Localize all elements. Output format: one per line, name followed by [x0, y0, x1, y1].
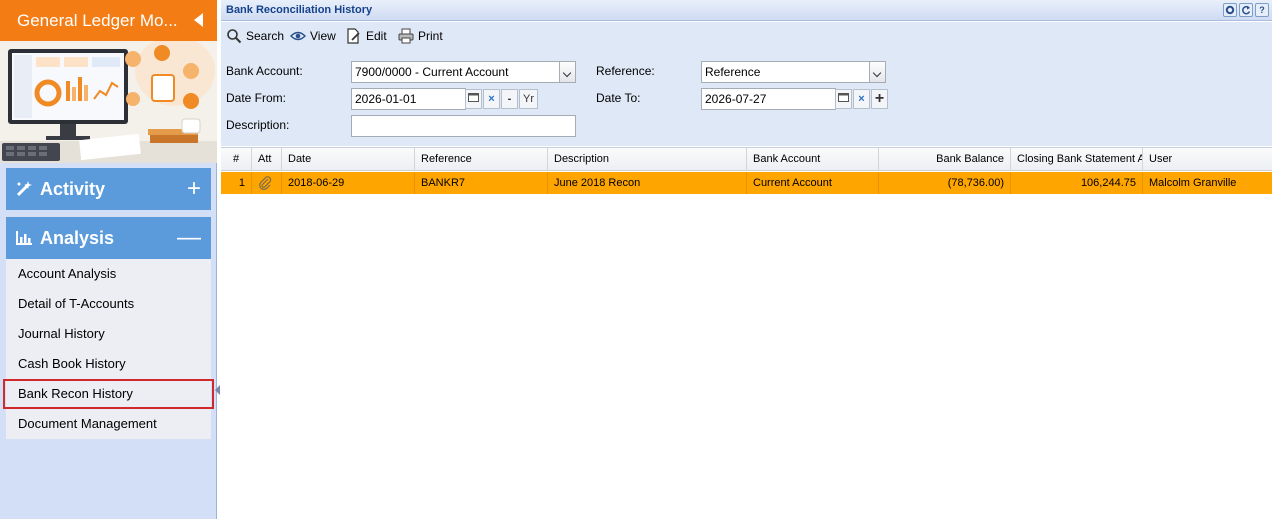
- printer-icon: [398, 28, 414, 44]
- description-cell: June 2018 Recon: [548, 172, 747, 194]
- column-header-reference[interactable]: Reference: [415, 148, 548, 171]
- date-to-input[interactable]: 2026-07-27: [701, 88, 836, 110]
- refresh-icon[interactable]: [1239, 3, 1253, 17]
- search-label: Search: [246, 29, 285, 43]
- column-header-number[interactable]: #: [221, 148, 252, 171]
- sidebar-item-document-management[interactable]: Document Management: [6, 409, 211, 439]
- panel-title-bar: Bank Reconciliation History ?: [221, 0, 1272, 21]
- collapse-icon[interactable]: —: [177, 217, 201, 259]
- expand-icon[interactable]: +: [187, 168, 201, 210]
- column-header-user[interactable]: User: [1143, 148, 1272, 171]
- accordion-analysis-label: Analysis: [40, 228, 115, 248]
- view-label: View: [310, 29, 336, 43]
- reference-dropdown-icon[interactable]: [869, 61, 886, 83]
- search-icon: [227, 29, 242, 44]
- toolbar: Search View Edit Print: [221, 22, 1272, 50]
- date-from-clear-icon[interactable]: ×: [483, 89, 500, 109]
- view-button[interactable]: View: [290, 28, 336, 44]
- bar-chart-icon: [16, 231, 32, 245]
- magic-wand-icon: [16, 181, 32, 197]
- date-minus-button[interactable]: -: [501, 89, 518, 109]
- module-title: General Ledger Mo...: [17, 11, 178, 30]
- closing-balance-cell: 106,244.75: [1011, 172, 1143, 194]
- sidebar-item-account-analysis[interactable]: Account Analysis: [6, 259, 211, 289]
- print-label: Print: [418, 29, 443, 43]
- date-to-clear-icon[interactable]: ×: [853, 89, 870, 109]
- date-plus-button[interactable]: +: [871, 89, 888, 109]
- results-grid: # Att Date Reference Description Bank Ac…: [221, 147, 1272, 519]
- date-from-input[interactable]: 2026-01-01: [351, 88, 466, 110]
- gear-icon[interactable]: [1223, 3, 1237, 17]
- sidebar-item-detail-of-t-accounts[interactable]: Detail of T-Accounts: [6, 289, 211, 319]
- edit-label: Edit: [366, 29, 387, 43]
- date-to-label: Date To:: [596, 91, 641, 105]
- print-button[interactable]: Print: [398, 28, 443, 44]
- table-row[interactable]: 1 2018-06-29 BANKR7 June 2018 Recon Curr…: [221, 172, 1272, 194]
- attachment-cell[interactable]: [252, 172, 282, 194]
- sidebar-item-cash-book-history[interactable]: Cash Book History: [6, 349, 211, 379]
- filter-form: Bank Account: 7900/0000 - Current Accoun…: [221, 50, 1272, 146]
- column-header-description[interactable]: Description: [548, 148, 747, 171]
- module-header: General Ledger Mo...: [0, 0, 217, 41]
- column-header-date[interactable]: Date: [282, 148, 415, 171]
- analysis-menu: Account Analysis Detail of T-Accounts Jo…: [3, 259, 214, 439]
- module-illustration: [0, 41, 217, 163]
- bank-balance-cell: (78,736.00): [879, 172, 1011, 194]
- bank-account-label: Bank Account:: [226, 64, 303, 78]
- accordion-activity[interactable]: Activity +: [6, 168, 211, 210]
- collapse-sidebar-icon[interactable]: [194, 13, 203, 27]
- sidebar: General Ledger Mo... Activity + Analysis…: [0, 0, 220, 519]
- edit-button[interactable]: Edit: [346, 28, 387, 44]
- help-icon[interactable]: ?: [1255, 3, 1269, 17]
- date-cell: 2018-06-29: [282, 172, 415, 194]
- column-header-att[interactable]: Att: [252, 148, 282, 171]
- row-number: 1: [221, 172, 252, 194]
- year-button[interactable]: Yr: [519, 89, 538, 109]
- splitter-handle[interactable]: [215, 385, 220, 395]
- reference-select[interactable]: Reference: [701, 61, 886, 83]
- desk-illustration-image: [0, 41, 217, 163]
- reference-cell: BANKR7: [415, 172, 548, 194]
- grid-header: # Att Date Reference Description Bank Ac…: [221, 148, 1272, 171]
- column-header-bank-account[interactable]: Bank Account: [747, 148, 879, 171]
- accordion-activity-label: Activity: [40, 179, 106, 199]
- column-header-closing-statement[interactable]: Closing Bank Statement A: [1011, 148, 1143, 171]
- search-button[interactable]: Search: [226, 28, 284, 44]
- sidebar-item-bank-recon-history[interactable]: Bank Recon History: [3, 379, 214, 409]
- accordion-analysis[interactable]: Analysis —: [6, 217, 211, 259]
- eye-icon: [290, 31, 306, 41]
- paperclip-icon: [259, 176, 272, 190]
- description-label: Description:: [226, 118, 290, 132]
- user-cell: Malcolm Granville: [1149, 177, 1237, 189]
- date-from-calendar-icon[interactable]: [465, 89, 482, 109]
- column-header-bank-balance[interactable]: Bank Balance: [879, 148, 1011, 171]
- bank-account-cell: Current Account: [747, 172, 879, 194]
- panel-title: Bank Reconciliation History: [226, 4, 373, 16]
- reference-label: Reference:: [596, 64, 655, 78]
- bank-account-dropdown-icon[interactable]: [559, 61, 576, 83]
- main-panel: Bank Reconciliation History ? Search Vie…: [221, 0, 1272, 519]
- edit-icon: [347, 28, 360, 44]
- description-input[interactable]: [351, 115, 576, 137]
- date-to-calendar-icon[interactable]: [835, 89, 852, 109]
- bank-account-select[interactable]: 7900/0000 - Current Account: [351, 61, 576, 83]
- date-from-label: Date From:: [226, 91, 287, 105]
- sidebar-item-journal-history[interactable]: Journal History: [6, 319, 211, 349]
